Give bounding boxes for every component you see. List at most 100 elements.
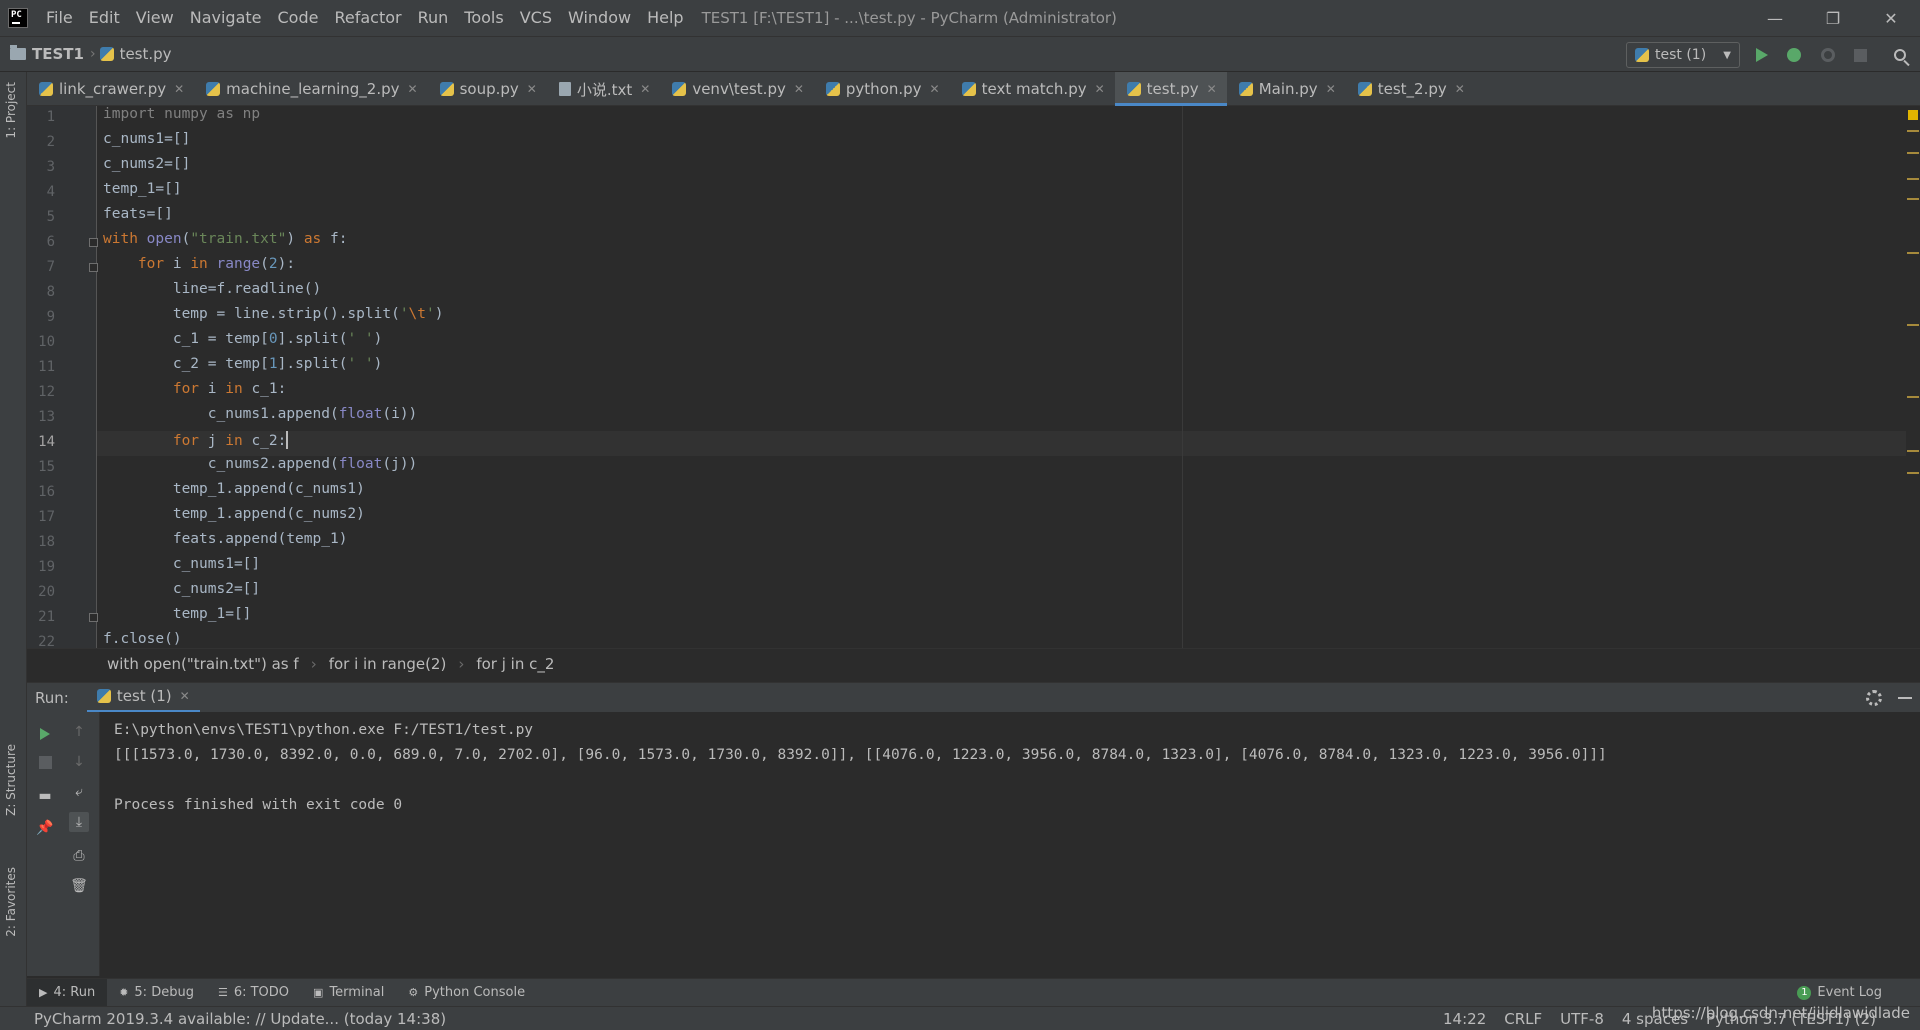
warning-mark[interactable]: [1907, 450, 1919, 452]
rerun-button[interactable]: [35, 724, 55, 744]
hide-panel-icon[interactable]: [1898, 697, 1912, 699]
fold-marker-icon[interactable]: [89, 238, 98, 247]
warning-mark[interactable]: [1907, 472, 1919, 474]
nav-file-crumb[interactable]: test.py: [99, 45, 172, 63]
nav-project-name: TEST1: [32, 45, 84, 63]
run-console-output[interactable]: E:\python\envs\TEST1\python.exe F:/TEST1…: [100, 712, 1906, 976]
editor-tab[interactable]: soup.py ✕: [428, 72, 547, 106]
editor-tab[interactable]: machine_learning_2.py ✕: [194, 72, 427, 106]
menu-code[interactable]: Code: [270, 0, 327, 36]
code-line: c_nums1.append(float(i)): [103, 406, 418, 422]
favorites-tool-tab[interactable]: 2: Favorites: [4, 867, 18, 937]
close-icon[interactable]: ✕: [1326, 82, 1336, 96]
run-configuration-select[interactable]: test (1) ▼: [1626, 42, 1740, 68]
python-file-icon: [672, 82, 687, 96]
tool-window-debug[interactable]: ✹ 5: Debug: [107, 979, 206, 1007]
scroll-to-end-button[interactable]: ⤓: [69, 812, 89, 832]
structure-tool-tab[interactable]: Z: Structure: [4, 744, 18, 816]
menu-file[interactable]: File: [38, 0, 81, 36]
warning-mark[interactable]: [1907, 178, 1919, 180]
menu-help[interactable]: Help: [639, 0, 691, 36]
code-breadcrumb-item[interactable]: for i in range(2): [329, 655, 447, 673]
close-icon[interactable]: ✕: [527, 82, 537, 96]
fold-marker-icon[interactable]: [89, 263, 98, 272]
editor-tab[interactable]: link_crawer.py ✕: [27, 72, 194, 106]
gear-icon[interactable]: [1866, 690, 1882, 706]
tool-window-run[interactable]: ▶ 4: Run: [27, 978, 108, 1007]
scroll-down-button[interactable]: ↓: [69, 752, 89, 772]
run-button[interactable]: [1752, 45, 1772, 65]
warning-mark[interactable]: [1907, 252, 1919, 254]
warning-indicator-icon[interactable]: [1908, 110, 1918, 120]
stop-button[interactable]: [35, 752, 55, 772]
close-icon[interactable]: ✕: [930, 82, 940, 96]
tool-window-todo[interactable]: ☰ 6: TODO: [206, 979, 301, 1007]
tool-window-terminal[interactable]: ▣ Terminal: [301, 979, 396, 1007]
caret-position[interactable]: 14:22: [1443, 1010, 1486, 1028]
clear-output-button[interactable]: 🗑: [69, 876, 89, 896]
menu-window[interactable]: Window: [560, 0, 639, 36]
layout-icon: ▬: [38, 788, 52, 804]
line-number: 3: [46, 159, 55, 175]
warning-mark[interactable]: [1907, 324, 1919, 326]
menu-vcs[interactable]: VCS: [512, 0, 560, 36]
line-number: 22: [38, 634, 55, 648]
menu-edit[interactable]: Edit: [81, 0, 128, 36]
close-icon[interactable]: ✕: [640, 82, 650, 96]
code-breadcrumb-item[interactable]: with open("train.txt") as f: [107, 655, 299, 673]
code-line: import numpy as np: [103, 106, 261, 122]
menu-tools[interactable]: Tools: [456, 0, 511, 36]
restore-layout-button[interactable]: ▬: [35, 786, 55, 806]
warning-mark[interactable]: [1907, 396, 1919, 398]
restore-window-button[interactable]: ❐: [1804, 0, 1862, 36]
code-breadcrumb-item[interactable]: for j in c_2: [476, 655, 554, 673]
run-with-coverage-button[interactable]: [1818, 45, 1838, 65]
close-icon[interactable]: ✕: [1095, 82, 1105, 96]
editor-tab-active[interactable]: test.py ✕: [1114, 72, 1227, 106]
nav-project-crumb[interactable]: TEST1: [10, 45, 84, 63]
editor-tab[interactable]: venv\test.py ✕: [660, 72, 814, 106]
warning-mark[interactable]: [1907, 198, 1919, 200]
debug-button[interactable]: [1784, 45, 1804, 65]
tool-window-python-console[interactable]: ⚙ Python Console: [396, 979, 537, 1007]
warning-mark[interactable]: [1907, 130, 1919, 132]
close-icon[interactable]: ✕: [794, 82, 804, 96]
editor-tab[interactable]: text match.py ✕: [950, 72, 1115, 106]
python-file-icon: [825, 82, 840, 96]
stop-button[interactable]: [1850, 45, 1870, 65]
close-icon[interactable]: ✕: [180, 689, 190, 703]
error-stripe[interactable]: [1906, 106, 1920, 648]
warning-mark[interactable]: [1907, 152, 1919, 154]
fold-marker-icon[interactable]: [89, 613, 98, 622]
editor-tab[interactable]: python.py ✕: [814, 72, 950, 106]
project-tool-tab[interactable]: 1: Project: [4, 82, 18, 139]
run-tab[interactable]: test (1) ✕: [86, 683, 200, 713]
console-scrollbar[interactable]: [1906, 712, 1920, 976]
close-icon[interactable]: ✕: [1455, 82, 1465, 96]
scroll-up-button[interactable]: ↑: [69, 722, 89, 742]
close-icon[interactable]: ✕: [408, 82, 418, 96]
editor-tab[interactable]: test_2.py ✕: [1346, 72, 1475, 106]
event-log-button[interactable]: 1 Event Log: [1797, 985, 1882, 1000]
close-icon[interactable]: ✕: [174, 82, 184, 96]
editor-tab[interactable]: Main.py ✕: [1227, 72, 1346, 106]
code-editor[interactable]: 1 2 3 4 5 6 7 8 9 10 11 12 13 14 15 16 1…: [27, 106, 1920, 648]
minimize-window-button[interactable]: —: [1746, 0, 1804, 36]
close-icon[interactable]: ✕: [1207, 82, 1217, 96]
soft-wrap-button[interactable]: ⤶: [69, 782, 89, 802]
print-button[interactable]: ⎙: [69, 846, 89, 866]
line-separator[interactable]: CRLF: [1504, 1010, 1542, 1028]
menu-view[interactable]: View: [128, 0, 182, 36]
close-window-button[interactable]: ✕: [1862, 0, 1920, 36]
update-notification[interactable]: PyCharm 2019.3.4 available: // Update...…: [34, 1010, 446, 1028]
editor-tab[interactable]: 小说.txt ✕: [547, 72, 660, 106]
file-encoding[interactable]: UTF-8: [1560, 1010, 1604, 1028]
menu-run[interactable]: Run: [410, 0, 457, 36]
editor-tab-label: link_crawer.py: [59, 80, 167, 98]
pin-tab-button[interactable]: 📌: [35, 818, 55, 838]
menu-navigate[interactable]: Navigate: [182, 0, 270, 36]
menu-refactor[interactable]: Refactor: [326, 0, 409, 36]
search-everywhere-button[interactable]: [1890, 45, 1910, 65]
editor-tab-label: soup.py: [459, 80, 519, 98]
